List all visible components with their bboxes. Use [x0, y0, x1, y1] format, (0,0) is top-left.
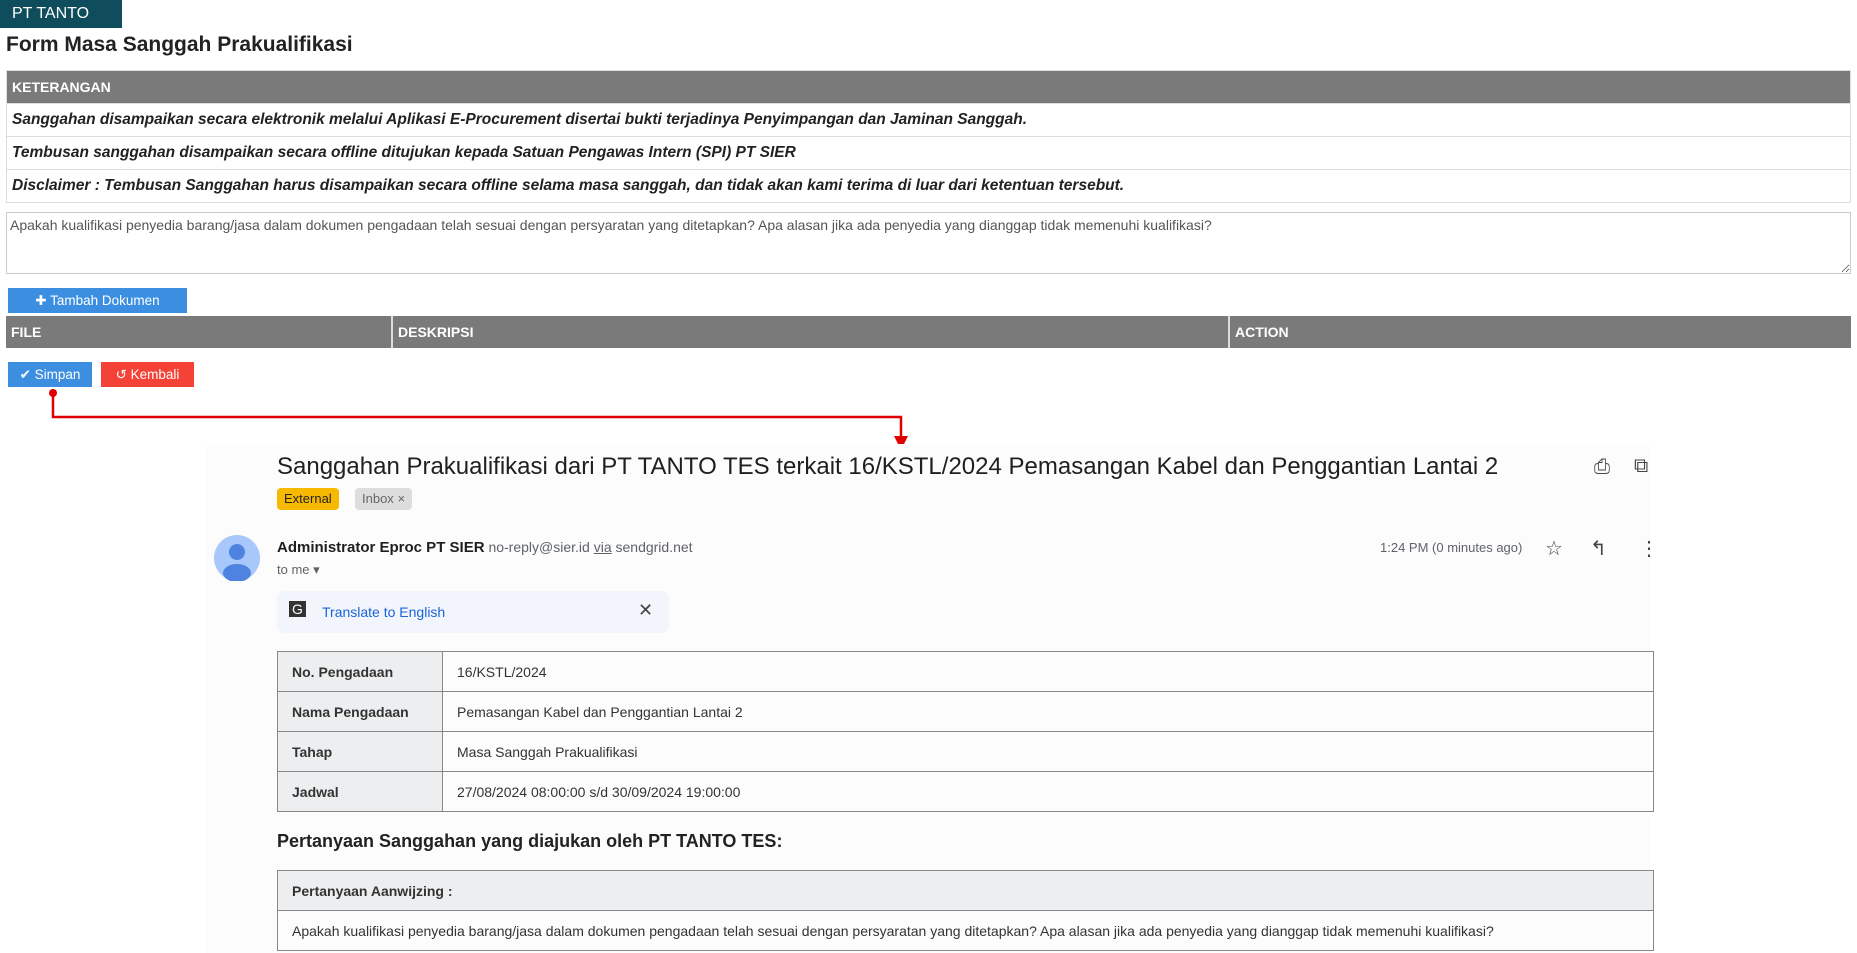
question-text: Apakah kualifikasi penyedia barang/jasa …	[277, 910, 1654, 951]
table-row: Tahap Masa Sanggah Prakualifikasi	[277, 731, 1654, 772]
open-new-window-icon[interactable]: ⧉	[1634, 455, 1648, 478]
reply-icon[interactable]: ↰	[1590, 536, 1607, 561]
label-inbox-text: Inbox	[362, 491, 394, 506]
avatar	[214, 535, 260, 581]
remove-label-icon[interactable]: ×	[397, 491, 405, 506]
info-value: Pemasangan Kabel dan Penggantian Lantai …	[442, 691, 1654, 732]
table-row: Nama Pengadaan Pemasangan Kabel dan Pengg…	[277, 691, 1654, 732]
question-heading: Pertanyaan Sanggahan yang diajukan oleh …	[277, 831, 783, 851]
via-domain: sendgrid.net	[615, 539, 693, 555]
question-header: Pertanyaan Aanwijzing :	[277, 870, 1654, 911]
sender-email: no-reply@sier.id	[488, 539, 590, 555]
to-label: to me	[277, 562, 310, 577]
info-key: Jadwal	[277, 771, 443, 812]
sender-name: Administrator Eproc PT SIER	[277, 539, 485, 556]
print-icon[interactable]: ⎙	[1594, 456, 1610, 479]
translate-link[interactable]: Translate to English	[322, 604, 445, 620]
info-value: 27/08/2024 08:00:00 s/d 30/09/2024 19:00…	[442, 771, 1654, 812]
dropdown-icon: ▾	[313, 562, 320, 577]
table-row: No. Pengadaan 16/KSTL/2024	[277, 651, 1654, 692]
star-icon[interactable]: ☆	[1545, 536, 1563, 561]
more-icon[interactable]: ⋮	[1639, 536, 1659, 561]
label-inbox[interactable]: Inbox ×	[355, 488, 413, 510]
translate-icon: G	[289, 601, 306, 617]
info-value: Masa Sanggah Prakualifikasi	[442, 731, 1654, 772]
info-key: Nama Pengadaan	[277, 691, 443, 732]
email-time: 1:24 PM (0 minutes ago)	[1380, 540, 1523, 555]
via-link[interactable]: via	[594, 539, 612, 555]
procurement-info-table: No. Pengadaan 16/KSTL/2024 Nama Pengadaan…	[277, 651, 1654, 812]
translate-bar: G Translate to English ✕	[277, 591, 669, 633]
email-subject: Sanggahan Prakualifikasi dari PT TANTO T…	[277, 453, 1499, 480]
info-key: Tahap	[277, 731, 443, 772]
info-value: 16/KSTL/2024	[442, 651, 1654, 692]
recipients-toggle[interactable]: to me ▾	[277, 562, 320, 578]
close-icon[interactable]: ✕	[638, 600, 653, 621]
table-row: Jadwal 27/08/2024 08:00:00 s/d 30/09/2024…	[277, 771, 1654, 812]
info-key: No. Pengadaan	[277, 651, 443, 692]
question-table: Pertanyaan Aanwijzing : Apakah kualifika…	[277, 870, 1654, 951]
label-external: External	[277, 488, 339, 510]
